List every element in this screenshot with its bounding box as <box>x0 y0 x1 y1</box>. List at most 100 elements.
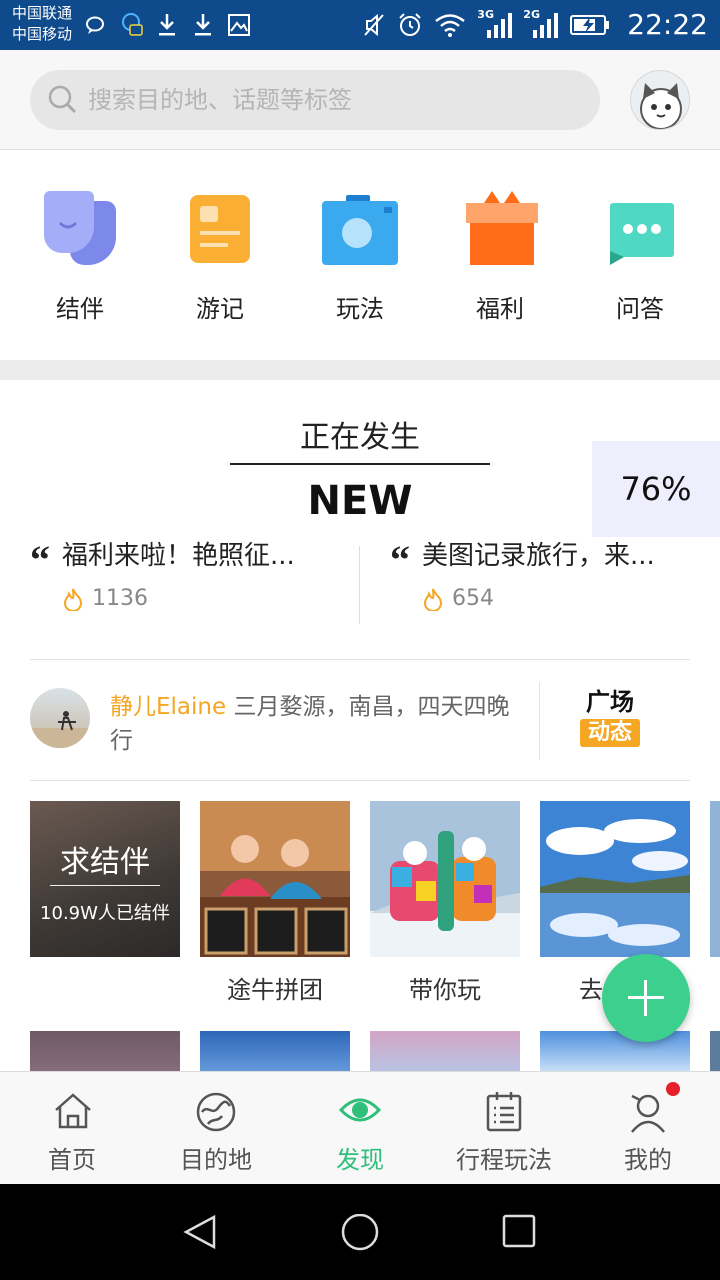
home-icon <box>55 1093 91 1129</box>
happening-title: 正在发生 <box>300 420 420 455</box>
news-title: 美图记录旅行，来... <box>422 541 655 571</box>
system-navigation-bar <box>0 1184 720 1280</box>
divider <box>30 659 690 660</box>
bottom-navigation: 首页 目的地 发现 行程玩法 我的 <box>0 1071 720 1184</box>
download-icon <box>190 10 216 40</box>
seek-partner-count: 10.9W人已结伴 <box>40 903 170 924</box>
feed-post[interactable]: 静儿Elaine 三月婺源，南昌，四天四晚行 <box>110 690 520 758</box>
flame-icon <box>63 588 83 611</box>
section-divider <box>0 360 720 380</box>
category-qa[interactable]: 问答 <box>600 151 700 351</box>
card-label: 途牛拼团 <box>227 976 323 1004</box>
quote-mark: “ <box>390 537 410 582</box>
plaza-feed-button[interactable]: 广场 动态 <box>580 688 640 752</box>
message-bubble-icon <box>82 10 108 40</box>
qq-icon <box>118 10 144 40</box>
tab-label: 行程玩法 <box>456 1146 552 1174</box>
system-status-icons: 3G 2G 22:22 <box>361 8 708 42</box>
recent-apps-icon[interactable] <box>502 1214 538 1250</box>
profile-icon <box>631 1094 665 1133</box>
category-travel-notes[interactable]: 游记 <box>180 151 280 351</box>
home-button-icon[interactable] <box>340 1214 380 1254</box>
alarm-icon <box>397 10 423 40</box>
category-label: 结伴 <box>56 295 104 323</box>
itinerary-icon <box>486 1092 522 1132</box>
group-tour-image <box>200 801 350 957</box>
plaza-label-top: 广场 <box>586 688 634 716</box>
tab-destination[interactable]: 目的地 <box>166 1072 266 1185</box>
plaza-label-bottom: 动态 <box>580 719 640 747</box>
quote-mark: “ <box>30 537 50 582</box>
carrier-info: 中国联通 中国移动 <box>12 3 72 45</box>
tab-itinerary[interactable]: 行程玩法 <box>452 1072 556 1185</box>
search-input[interactable]: 搜索目的地、话题等标签 <box>30 70 600 130</box>
partner-icon <box>44 191 116 265</box>
list-item[interactable] <box>370 1031 520 1076</box>
search-header: 搜索目的地、话题等标签 <box>0 50 720 150</box>
carrier-1: 中国联通 <box>12 4 73 22</box>
seek-partner-line <box>50 885 160 886</box>
add-post-button[interactable] <box>602 954 690 1042</box>
card-label: 带你玩 <box>409 976 481 1004</box>
travel-notes-icon <box>190 195 250 263</box>
tab-label: 目的地 <box>180 1146 252 1174</box>
list-item[interactable] <box>540 1031 690 1076</box>
signal-2g-icon: 2G <box>523 8 559 40</box>
user-avatar[interactable] <box>630 70 690 130</box>
hot-count-value: 1136 <box>92 586 148 611</box>
seek-partner-title: 求结伴 <box>60 845 150 880</box>
hot-count-value: 654 <box>452 586 494 611</box>
hot-count: 1136 <box>62 586 148 611</box>
search-placeholder: 搜索目的地、话题等标签 <box>88 86 352 114</box>
wifi-icon <box>433 10 467 40</box>
news-item[interactable]: “ 福利来啦！艳照征... 1136 <box>30 538 340 628</box>
globe-icon <box>196 1092 236 1132</box>
progress-overlay: 76% <box>592 441 720 537</box>
yunnan-image <box>540 801 690 957</box>
feed-user-avatar[interactable] <box>30 688 90 748</box>
news-title: 福利来啦！艳照征... <box>62 541 295 571</box>
feed-username[interactable]: 静儿Elaine <box>110 694 226 720</box>
news-item[interactable]: “ 美图记录旅行，来... 654 <box>390 538 700 628</box>
tab-label: 我的 <box>624 1146 672 1174</box>
more-card[interactable] <box>710 801 720 957</box>
flame-icon <box>423 588 443 611</box>
camera-icon <box>322 195 398 265</box>
category-welfare[interactable]: 福利 <box>460 151 560 351</box>
tab-label: 首页 <box>48 1146 96 1174</box>
mute-icon <box>361 10 387 40</box>
status-bar: 中国联通 中国移动 3G 2G 22:22 <box>0 0 720 50</box>
category-row: 结伴 游记 玩法 福利 问答 <box>40 151 680 360</box>
back-icon[interactable] <box>182 1214 218 1250</box>
tab-home[interactable]: 首页 <box>24 1072 120 1185</box>
tab-discover[interactable]: 发现 <box>316 1072 404 1185</box>
category-label: 游记 <box>196 295 244 323</box>
guided-play-card[interactable] <box>370 801 520 957</box>
title-underline <box>230 463 490 465</box>
eye-icon <box>338 1098 382 1122</box>
guided-play-image <box>370 801 520 957</box>
new-badge: NEW <box>307 478 413 524</box>
chat-bubble-icon <box>610 203 674 265</box>
carrier-2: 中国移动 <box>12 25 73 43</box>
category-partner[interactable]: 结伴 <box>40 151 140 351</box>
clock: 22:22 <box>627 8 708 41</box>
yunnan-card[interactable] <box>540 801 690 957</box>
tab-label: 发现 <box>336 1146 384 1174</box>
category-label: 玩法 <box>336 295 384 323</box>
signal-3g-icon: 3G <box>477 8 513 40</box>
list-item[interactable] <box>30 1031 180 1076</box>
download-icon <box>154 10 180 40</box>
image-icon <box>226 10 252 40</box>
seek-partner-card[interactable]: 求结伴 10.9W人已结伴 <box>30 801 180 957</box>
list-item[interactable] <box>200 1031 350 1076</box>
notification-dot <box>666 1082 680 1096</box>
battery-charging-icon <box>569 10 611 40</box>
list-item[interactable] <box>710 1031 720 1076</box>
tab-profile[interactable]: 我的 <box>610 1072 686 1185</box>
group-tour-card[interactable] <box>200 801 350 957</box>
search-icon <box>48 85 77 114</box>
notification-icons <box>82 10 252 40</box>
category-play[interactable]: 玩法 <box>320 151 420 351</box>
category-label: 福利 <box>476 295 524 323</box>
